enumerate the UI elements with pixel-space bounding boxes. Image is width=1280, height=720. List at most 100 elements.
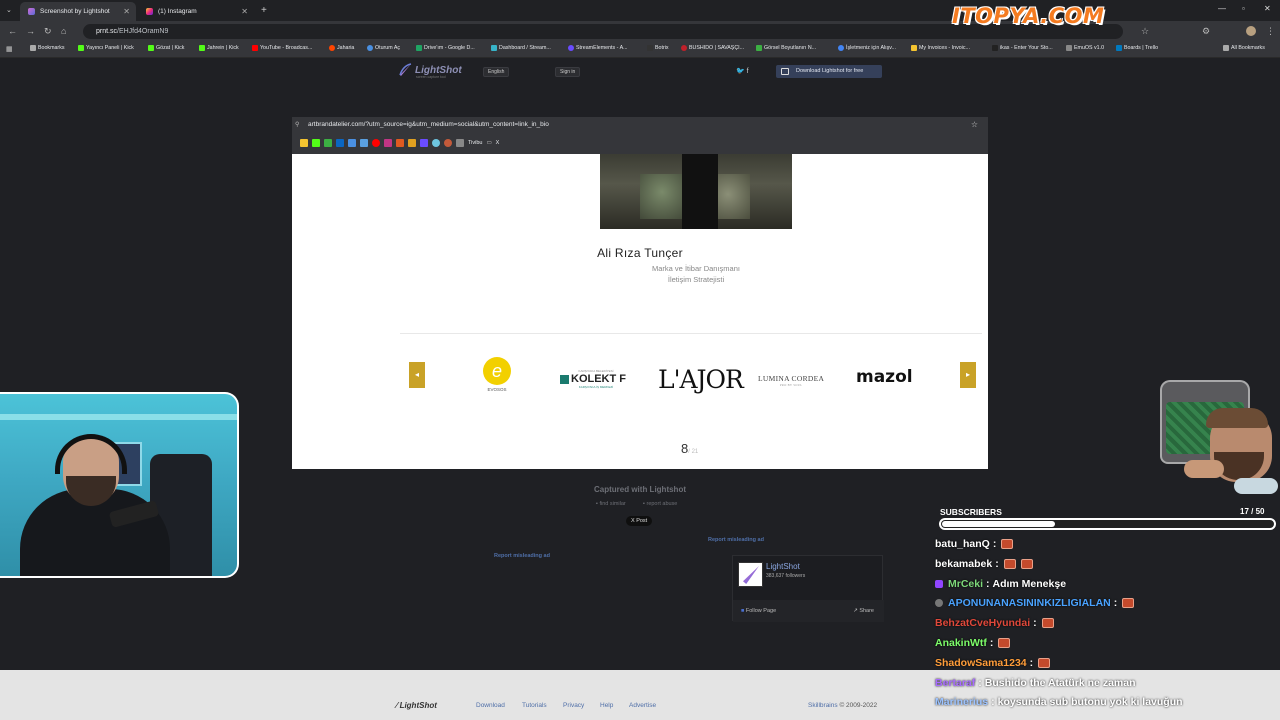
find-similar-link[interactable]: ▪ find similar [596,501,626,507]
back-icon[interactable]: ← [8,26,17,36]
bookmark-item[interactable]: Jaharia [329,45,354,51]
carousel-prev-button[interactable]: ◂ [409,362,425,388]
forward-icon[interactable]: → [26,26,35,36]
apps-icon[interactable]: ▦ [6,45,13,53]
carousel-next-button[interactable]: ▸ [960,362,976,388]
footer-link-download[interactable]: Download [476,702,505,709]
botrix-icon [647,45,653,51]
report-ad-link[interactable]: Report misleading ad [708,537,764,543]
bookmark-item[interactable]: ikas - Enter Your Sto... [992,45,1053,51]
language-select[interactable]: English [483,67,510,77]
chat-emote-icon [1041,618,1054,629]
ikas-icon [992,45,998,51]
chat-username: MrCeki [948,577,984,590]
bookmark-item[interactable]: Bookmarks [30,45,65,51]
bookmark-item[interactable]: EmuOS v1.0 [1066,45,1104,51]
bookmark-icon [444,139,452,147]
bookmark-item[interactable]: Botrix [647,45,669,51]
brand-label: KOLEKT F [571,373,626,385]
bookmark-item[interactable]: Jahrein | Kick [199,45,239,51]
maximize-icon[interactable]: ▫ [1242,4,1245,13]
bookmark-icon [432,139,440,147]
bookmark-item[interactable]: StreamElements - A... [568,45,628,51]
tab-search-icon[interactable]: ⌄ [6,6,12,14]
bookmark-item[interactable]: İşletmeniz için Alışv... [838,45,896,51]
menu-icon[interactable]: ⋮ [1266,26,1275,37]
streamelements-icon [568,45,574,51]
report-abuse-link[interactable]: ▪ report abuse [643,501,677,507]
brand-lumina-cordea: LUMINA CORDEA PRO BY SOUL [758,374,824,387]
signin-button[interactable]: Sign in [555,67,581,77]
fb-follow-button[interactable]: ■ Follow Page [741,608,776,614]
chat-separator: : [978,676,982,689]
close-tab-icon[interactable]: ✕ [123,7,130,16]
bookmark-item[interactable]: Yayıncı Paneli | Kick [78,45,134,51]
bookmark-icon [348,139,356,147]
reload-icon[interactable]: ↻ [44,26,52,37]
instagram-icon [384,139,392,147]
extensions-icon[interactable]: ⚙ [1202,26,1210,37]
chat-separator: : [991,696,995,709]
download-icon [781,68,789,75]
feather-icon [399,63,412,76]
photo-person [682,154,718,229]
feather-icon [743,566,759,584]
bookmark-item[interactable]: YouTube - Broadcas... [252,45,312,51]
fb-page-name[interactable]: LightShot [766,562,800,571]
profile-avatar[interactable] [1246,26,1256,36]
home-icon[interactable]: ⌂ [61,26,66,36]
social-icons[interactable]: 🐦 f [736,67,749,75]
youtube-icon [372,139,380,147]
bookmark-item[interactable]: Dashboard / Stream... [491,45,551,51]
webcam-shelf [0,414,237,420]
lightshot-logo[interactable]: LightShot screen capture tool [398,63,462,79]
x-post-button[interactable]: X Post [626,516,653,526]
chat-emote-icon [1001,539,1014,549]
bookmark-item[interactable]: Drive'ım - Google D... [416,45,475,51]
bookmark-item[interactable]: Oturum Aç [367,45,400,51]
close-window-icon[interactable]: ✕ [1264,4,1271,13]
url-path: /EHJfd4OramN9 [117,28,169,35]
fb-share-button[interactable]: ↗ Share [853,608,874,614]
footer-link-advertise[interactable]: Advertise [629,702,656,709]
footer-logo[interactable]: ⁄ LightShot [396,701,437,710]
bookmark-item[interactable]: All Bookmarks [1223,45,1265,51]
trello-icon [1116,45,1122,51]
chat-emote-icon [1003,558,1016,569]
tab-screenshot[interactable]: Screenshot by Lightshot ✕ [20,2,136,21]
folder-icon: ▭ [486,140,492,146]
brand-label: LUMINA CORDEA [758,374,825,383]
lightshot-tagline: screen capture tool [416,75,446,79]
bookmark-item[interactable]: Görsel Boyutlanırı N... [756,45,816,51]
bookmark-icon [456,139,464,147]
footer-link-privacy[interactable]: Privacy [563,702,584,709]
skillbrains-link[interactable]: Skillbrains [808,702,838,709]
bookmark-star-icon[interactable]: ☆ [1141,26,1149,37]
screenshot-image[interactable]: ⚲ artbrandatelier.com/?utm_source=ig&utm… [292,117,988,469]
download-button[interactable]: Download Lightshot for free [776,65,882,78]
minimize-icon[interactable]: — [1218,4,1226,13]
new-tab-icon[interactable]: + [261,5,267,16]
linkedin-icon [336,139,344,147]
tab-instagram[interactable]: (1) Instagram ✕ [138,2,254,21]
bookmark-icon [324,139,332,147]
report-ad-link[interactable]: Report misleading ad [494,553,550,559]
bookmark-item[interactable]: Gözat | Kick [148,45,184,51]
footer-link-help[interactable]: Help [600,702,613,709]
person-photo [600,154,792,229]
download-label: Download Lightshot for free [796,68,864,74]
footer-link-tutorials[interactable]: Tutorials [522,702,547,709]
tab-title: (1) Instagram [158,8,197,15]
bookmark-item[interactable]: My Invoices - Invoic... [911,45,970,51]
facebook-page-widget[interactable]: LightShot 383,637 followers ■ Follow Pag… [732,555,884,622]
headset-icon [55,434,127,474]
close-tab-icon[interactable]: ✕ [241,7,248,16]
chat-emote-icon [1020,558,1033,569]
site-info-icon: ⚲ [295,122,300,128]
subscribers-label: SUBSCRIBERS [940,507,1002,517]
dashboard-icon [491,45,497,51]
section-divider [400,333,982,334]
bookmark-item[interactable]: BUSHIDO | SAVAŞÇI... [681,45,744,51]
screenshot-browser-chrome: ⚲ artbrandatelier.com/?utm_source=ig&utm… [292,117,988,154]
bookmark-item[interactable]: Boards | Trello [1116,45,1158,51]
